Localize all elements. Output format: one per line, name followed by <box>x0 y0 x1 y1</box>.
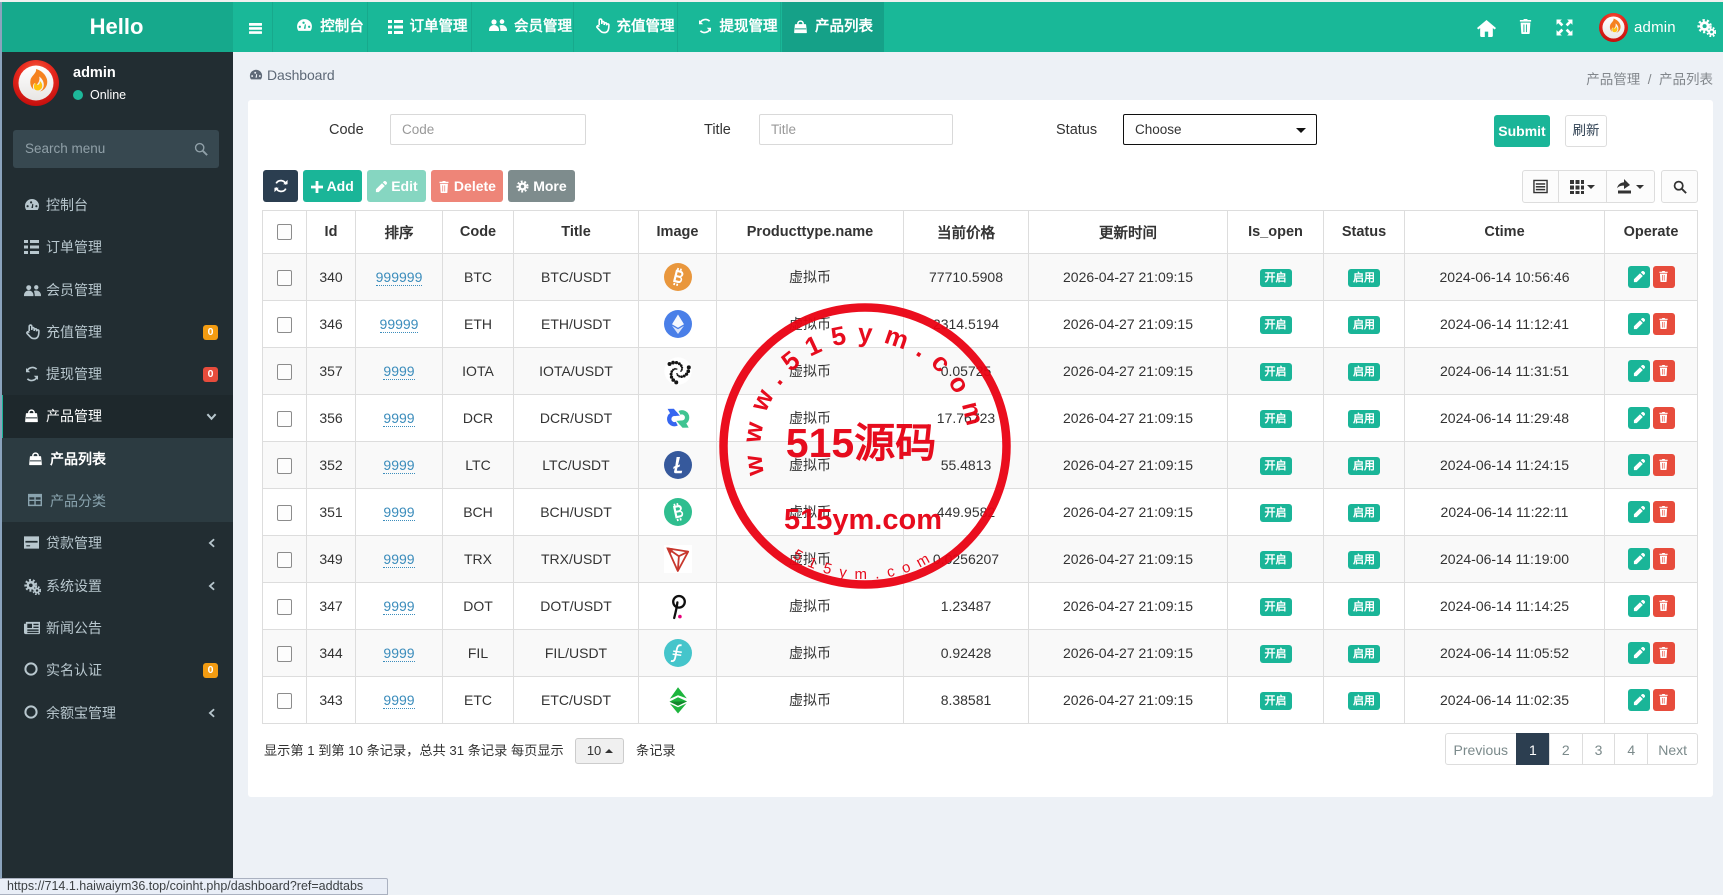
svg-text:515源码: 515源码 <box>786 420 936 466</box>
svg-text:515ym.com: 515ym.com <box>784 504 942 536</box>
